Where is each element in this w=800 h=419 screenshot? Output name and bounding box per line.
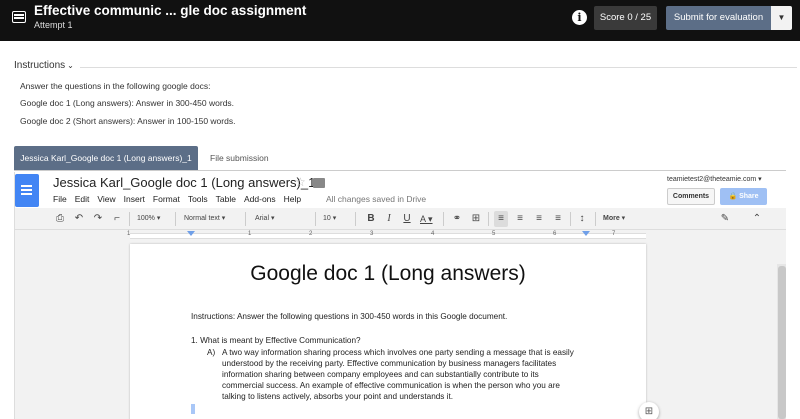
toolbar-divider [175, 212, 176, 226]
add-comment-icon[interactable]: ⊞ [639, 402, 659, 419]
ruler-number: 4 [431, 231, 435, 237]
comments-button[interactable]: Comments [667, 188, 715, 205]
doc-header: Jessica Karl_Google doc 1 (Long answers)… [15, 172, 786, 208]
instructions-divider [80, 67, 797, 68]
toolbar-divider [315, 212, 316, 226]
google-doc-embed: Jessica Karl_Google doc 1 (Long answers)… [14, 172, 786, 419]
line-spacing-icon[interactable]: ↕ [575, 211, 589, 227]
align-center-icon[interactable]: ≡ [513, 211, 527, 227]
tab-file-submission[interactable]: File submission [210, 146, 290, 171]
score-badge: Score 0 / 25 [594, 6, 657, 30]
top-bar: Effective communic ... gle doc assignmen… [0, 0, 800, 41]
menu-edit[interactable]: Edit [75, 194, 90, 204]
bold-button[interactable]: B [364, 211, 378, 227]
paint-format-icon[interactable]: ⌐ [110, 211, 124, 227]
ruler-number: 6 [553, 231, 557, 237]
question-1: 1. What is meant by Effective Communicat… [191, 336, 361, 345]
answer-line: commercial success. An example of effect… [222, 381, 560, 390]
chevron-up-icon[interactable]: ⌃ [750, 211, 764, 227]
menu-format[interactable]: Format [153, 194, 180, 204]
font-size-select[interactable]: 10 ▾ [323, 211, 336, 227]
folder-icon[interactable] [313, 178, 325, 188]
insert-comment-icon[interactable]: ⊞ [469, 211, 483, 227]
toolbar-divider [355, 212, 356, 226]
ruler-number: 3 [370, 231, 374, 237]
redo-icon[interactable]: ↷ [91, 211, 105, 227]
font-select[interactable]: Arial ▾ [255, 211, 274, 227]
info-icon[interactable]: i [572, 10, 587, 25]
right-margin-marker-icon[interactable] [582, 231, 590, 236]
ruler-number: 2 [309, 231, 313, 237]
doc-scrollbar[interactable] [777, 264, 786, 419]
pencil-icon[interactable]: ✎ [718, 211, 732, 227]
assignment-title: Effective communic ... gle doc assignmen… [34, 3, 307, 18]
instruction-line: Google doc 1 (Long answers): Answer in 3… [20, 98, 235, 108]
more-button[interactable]: More ▾ [603, 211, 625, 227]
doc-heading: Google doc 1 (Long answers) [250, 262, 526, 285]
instructions-toggle[interactable]: Instructions ⌄ [14, 60, 74, 71]
answer-line: information sharing between company empl… [222, 370, 539, 379]
indent-marker-icon[interactable] [187, 231, 195, 236]
google-docs-logo-icon[interactable] [15, 174, 39, 207]
align-justify-icon[interactable]: ≡ [551, 211, 565, 227]
doc-instructions-text: Answer the following questions in 300-45… [235, 312, 508, 321]
chevron-down-icon: ⌄ [67, 61, 74, 70]
answer-label: A) [207, 348, 216, 357]
ruler-number: 7 [612, 231, 616, 237]
zoom-select[interactable]: 100% ▾ [137, 211, 160, 227]
italic-button[interactable]: I [382, 211, 396, 227]
account-email[interactable]: teamietest2@theteamie.com ▾ [667, 175, 762, 183]
menu-add-ons[interactable]: Add-ons [244, 194, 276, 204]
align-right-icon[interactable]: ≡ [532, 211, 546, 227]
ruler-number: 1 [248, 231, 252, 237]
instruction-line: Google doc 2 (Short answers): Answer in … [20, 116, 236, 126]
menu-help[interactable]: Help [284, 194, 301, 204]
menu-insert[interactable]: Insert [124, 194, 145, 204]
align-left-icon[interactable]: ≡ [494, 211, 508, 227]
doc-page[interactable]: Google doc 1 (Long answers) Instructions… [130, 244, 646, 419]
instructions-heading: Instructions [14, 60, 66, 71]
assignment-icon [12, 11, 26, 23]
link-icon[interactable]: ⚭ [450, 211, 464, 227]
toolbar-divider [129, 212, 130, 226]
underline-button[interactable]: U [400, 211, 414, 227]
doc-instructions-label: Instructions: [191, 312, 236, 321]
attempt-label: Attempt 1 [34, 20, 73, 30]
doc-toolbar: ⎙ ↶ ↷ ⌐ 100% ▾ Normal text ▾ Arial ▾ 10 … [15, 208, 786, 230]
scrollbar-thumb[interactable] [778, 266, 786, 419]
tab-google-doc-1[interactable]: Jessica Karl_Google doc 1 (Long answers)… [14, 146, 198, 171]
menu-view[interactable]: View [97, 194, 115, 204]
undo-icon[interactable]: ↶ [72, 211, 86, 227]
style-select[interactable]: Normal text ▾ [184, 211, 225, 227]
toolbar-divider [488, 212, 489, 226]
instruction-line: Answer the questions in the following go… [20, 81, 211, 91]
ruler: 1 1 2 3 4 5 6 7 [15, 230, 786, 242]
tab-divider [14, 170, 786, 171]
menu-file[interactable]: File [53, 194, 67, 204]
ruler-track [130, 233, 646, 239]
toolbar-divider [245, 212, 246, 226]
answer-line: A two way information sharing process wh… [222, 348, 574, 357]
doc-title[interactable]: Jessica Karl_Google doc 1 (Long answers)… [53, 175, 315, 190]
submit-for-evaluation-button[interactable]: Submit for evaluation [666, 6, 771, 30]
answer-line: talking to listens actively, absorbs you… [222, 392, 454, 401]
toolbar-divider [570, 212, 571, 226]
star-icon[interactable]: ☆ [295, 175, 306, 189]
doc-menu-bar: File Edit View Insert Format Tools Table Add-on… [53, 194, 309, 204]
menu-table[interactable]: Table [216, 194, 236, 204]
ruler-number: 5 [492, 231, 496, 237]
text-color-button[interactable]: A ▾ [420, 211, 433, 227]
save-status: All changes saved in Drive [326, 194, 427, 204]
menu-tools[interactable]: Tools [188, 194, 208, 204]
ruler-number: 1 [127, 231, 131, 237]
text-cursor [191, 404, 195, 414]
submit-options-chevron-down-icon[interactable]: ▼ [771, 6, 792, 30]
toolbar-divider [595, 212, 596, 226]
answer-line: understood by the receiving party. Effec… [222, 359, 557, 368]
print-icon[interactable]: ⎙ [53, 211, 67, 227]
doc-instructions: Instructions: Answer the following quest… [191, 312, 507, 321]
toolbar-divider [443, 212, 444, 226]
share-button[interactable]: 🔒 Share [720, 188, 767, 205]
